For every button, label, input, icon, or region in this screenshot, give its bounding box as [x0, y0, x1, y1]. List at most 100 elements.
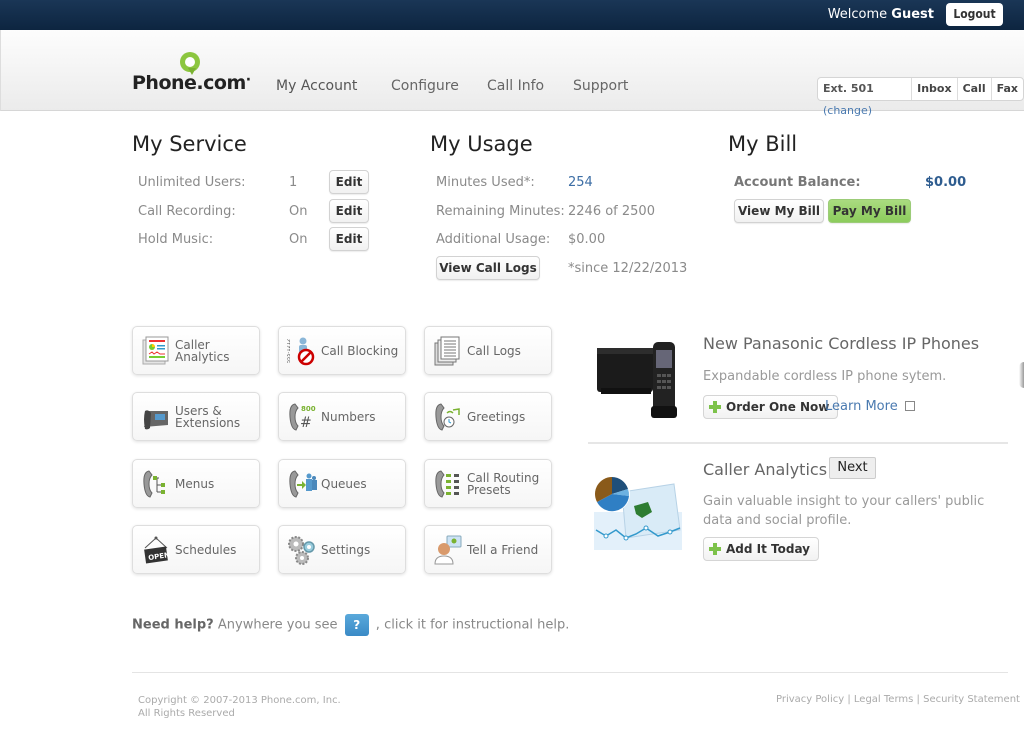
tile-label: Schedules — [175, 542, 237, 557]
security-statement-link[interactable]: Security Statement — [923, 694, 1020, 705]
logo-wordmark: Phone.com — [132, 72, 246, 94]
fax-button[interactable]: Fax — [992, 78, 1023, 100]
add-it-today-label: Add It Today — [726, 542, 810, 556]
call-logs-icon — [434, 336, 460, 366]
help-text-after: , click it for instructional help. — [371, 617, 570, 633]
panasonic-phone-image — [597, 342, 677, 418]
nav-call-info[interactable]: Call Info — [487, 78, 544, 94]
header: Phone.com· My Account Configure Call Inf… — [0, 30, 1024, 117]
call-recording-value: On — [289, 204, 308, 219]
tile-label: Tell a Friend — [467, 542, 539, 557]
tile-label: Queues — [321, 476, 367, 491]
order-one-now-label: Order One Now — [726, 400, 830, 414]
inbox-button[interactable]: Inbox — [912, 78, 958, 100]
caller-analytics-promo-description: Gain valuable insight to your callers' p… — [703, 494, 985, 528]
view-call-logs-button[interactable]: View Call Logs — [436, 256, 540, 280]
tile-label: Greetings — [467, 409, 526, 424]
nav-my-account[interactable]: My Account — [276, 78, 357, 94]
my-usage-title: My Usage — [430, 132, 533, 156]
logo-mark: · — [245, 72, 251, 88]
unlimited-users-value: 1 — [289, 175, 298, 190]
copyright-line-1: Copyright © 2007-2013 Phone.com, Inc. — [138, 695, 341, 706]
caller-analytics-promo-image — [594, 476, 682, 550]
account-balance-value: $0.00 — [925, 175, 967, 190]
hold-music-label: Hold Music: — [138, 232, 214, 247]
extension-bar: Ext. 501 (change) Inbox Call Fax — [817, 77, 1024, 117]
tile-label: Call Blocking — [321, 343, 399, 358]
plus-icon — [709, 543, 721, 555]
legal-terms-link[interactable]: Legal Terms — [854, 694, 913, 705]
call-blocking-icon: 555-1212 — [287, 337, 315, 366]
help-text: Need help? Anywhere you see ? , click it… — [132, 614, 569, 636]
side-scroll-handle[interactable] — [1019, 362, 1024, 388]
hold-music-value: On — [289, 232, 308, 247]
logo-text: Phone.com· — [132, 72, 251, 94]
my-service-title: My Service — [132, 132, 247, 156]
change-extension-link[interactable]: (change) — [823, 104, 872, 117]
numbers-icon: 800 # — [289, 403, 316, 431]
promo-divider — [588, 442, 1008, 444]
open-sign-icon: OPEN — [144, 536, 171, 564]
since-note: *since 12/22/2013 — [568, 261, 688, 276]
tile-schedules[interactable]: OPEN Schedules — [132, 525, 260, 574]
gears-icon — [288, 536, 315, 565]
caller-analytics-promo-title: Caller Analytics — [703, 460, 828, 479]
tile-menus[interactable]: Menus — [132, 459, 260, 508]
order-one-now-button[interactable]: Order One Now — [703, 395, 839, 419]
add-it-today-button[interactable]: Add It Today — [703, 537, 819, 561]
copyright-line-2: All Rights Reserved — [138, 708, 235, 719]
remaining-minutes-label: Remaining Minutes: — [436, 204, 565, 219]
additional-usage-label: Additional Usage: — [436, 232, 551, 247]
external-link-icon — [904, 401, 915, 411]
nav-configure[interactable]: Configure — [391, 78, 459, 94]
view-my-bill-button[interactable]: View My Bill — [734, 199, 824, 223]
tile-label: Numbers — [321, 409, 376, 424]
learn-more-link[interactable]: Learn More — [825, 399, 915, 414]
pay-my-bill-button[interactable]: Pay My Bill — [828, 199, 911, 223]
tile-label: Settings — [321, 542, 371, 557]
call-button[interactable]: Call — [958, 78, 992, 100]
tile-tell-a-friend[interactable]: Tell a Friend — [424, 525, 552, 574]
nav-support[interactable]: Support — [573, 78, 628, 94]
minutes-used-value[interactable]: 254 — [568, 175, 593, 190]
help-text-before: Anywhere you see — [213, 617, 342, 633]
tile-settings[interactable]: Settings — [278, 525, 406, 574]
queues-icon — [289, 470, 317, 498]
tile-numbers[interactable]: 800 # Numbers — [278, 392, 406, 441]
tile-caller-analytics[interactable]: Caller Analytics — [132, 326, 260, 375]
help-icon[interactable]: ? — [344, 614, 369, 636]
tile-users-extensions[interactable]: Users & Extensions — [132, 392, 260, 441]
tile-greetings[interactable]: Greetings — [424, 392, 552, 441]
tile-call-routing-presets[interactable]: Call Routing Presets — [424, 459, 552, 508]
tile-call-logs[interactable]: Call Logs — [424, 326, 552, 375]
tile-call-blocking[interactable]: 555-1212 Call Blocking — [278, 326, 406, 375]
copyright: Copyright © 2007-2013 Phone.com, Inc. Al… — [138, 694, 341, 720]
edit-users-button[interactable]: Edit — [329, 170, 369, 194]
user-name: Guest — [891, 7, 934, 22]
learn-more-label: Learn More — [825, 399, 898, 414]
tile-queues[interactable]: Queues — [278, 459, 406, 508]
additional-usage-value: $0.00 — [568, 232, 606, 247]
panasonic-promo-title: New Panasonic Cordless IP Phones — [703, 334, 980, 353]
plus-icon — [709, 401, 721, 413]
unlimited-users-label: Unlimited Users: — [138, 175, 246, 190]
extension-number: Ext. 501 — [823, 82, 874, 95]
next-promo-button[interactable]: Next — [829, 457, 876, 479]
edit-hold-music-button[interactable]: Edit — [329, 227, 369, 251]
call-routing-icon — [435, 470, 459, 498]
edit-call-recording-button[interactable]: Edit — [329, 199, 369, 223]
tile-label: Call Routing Presets — [467, 470, 540, 497]
my-bill-title: My Bill — [728, 132, 798, 156]
phone-com-logo[interactable]: Phone.com· — [132, 52, 251, 97]
footer-links: Privacy Policy | Legal Terms | Security … — [776, 694, 1020, 705]
privacy-policy-link[interactable]: Privacy Policy — [776, 694, 844, 705]
minutes-used-label: Minutes Used*: — [436, 175, 535, 190]
tile-label: Caller Analytics — [175, 337, 230, 364]
panasonic-promo-description: Expandable cordless IP phone sytem. — [703, 369, 947, 384]
tile-label: Menus — [175, 476, 215, 491]
tile-label: Call Logs — [467, 343, 521, 358]
footer-divider — [132, 672, 1008, 673]
logout-button[interactable]: Logout — [946, 3, 1003, 26]
tell-friend-icon — [434, 535, 462, 565]
caller-analytics-icon — [142, 336, 169, 365]
